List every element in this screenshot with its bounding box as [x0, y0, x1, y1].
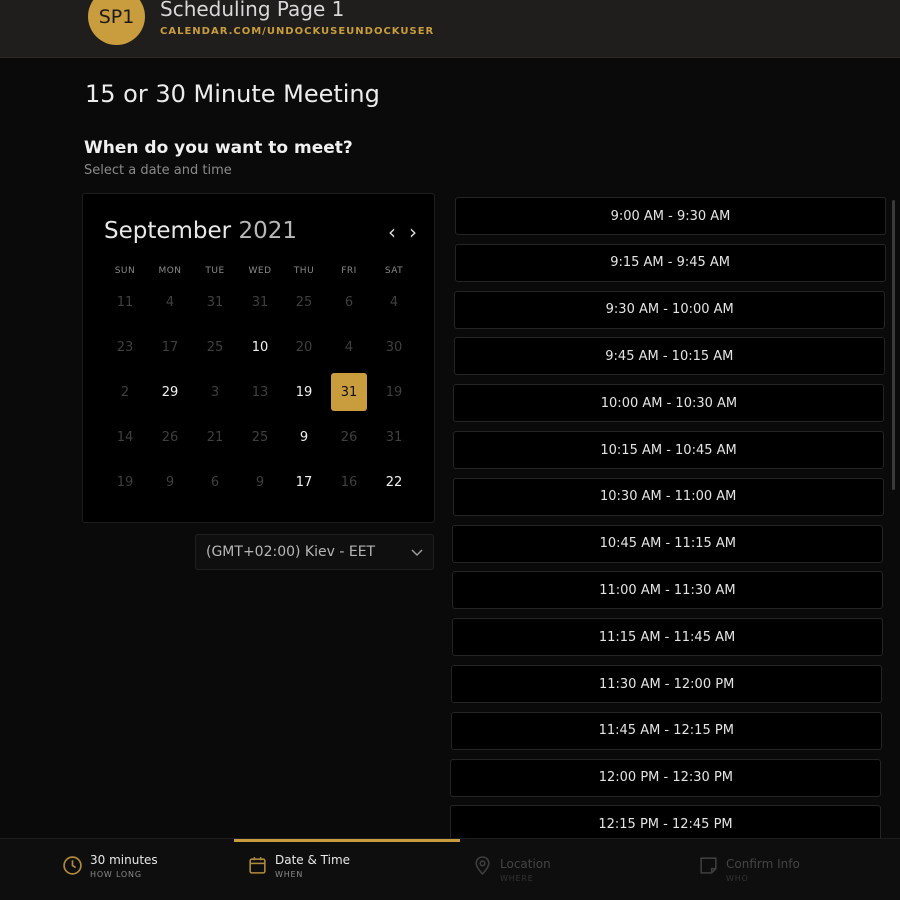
calendar-day: 4	[165, 294, 175, 310]
calendar-day: 31	[206, 294, 224, 310]
calendar-day: 30	[385, 339, 403, 355]
calendar-day[interactable]: 9	[286, 418, 322, 456]
month-name: September	[104, 218, 232, 244]
weekday-header: FRI	[341, 266, 357, 276]
time-slot-button[interactable]: 9:45 AM - 10:15 AM	[453, 337, 885, 376]
step-label: Location	[500, 857, 551, 871]
calendar-day: 20	[295, 339, 313, 355]
step-sublabel: WHERE	[500, 874, 534, 883]
step-sublabel: WHO	[726, 874, 749, 883]
calendar-day: 14	[116, 429, 134, 445]
selected-day[interactable]: 31	[331, 373, 367, 411]
calendar-day: 9	[165, 474, 175, 490]
step-progress-bar: 30 minutes HOW LONG Date & Time WHEN Locatio…	[0, 838, 900, 900]
calendar-day: 4	[344, 339, 354, 355]
calendar-month-label: September 2021	[104, 218, 297, 244]
calendar-day: 9	[255, 474, 265, 490]
scheduling-page-title: Scheduling Page 1	[160, 0, 345, 21]
timezone-value: (GMT+02:00) Kiev - EET	[206, 544, 376, 560]
calendar-day[interactable]: 22	[376, 463, 412, 501]
calendar-day: 25	[295, 294, 313, 310]
step-label: 30 minutes	[90, 853, 158, 867]
next-month-button[interactable]: ›	[409, 220, 417, 244]
time-slot-button[interactable]: 10:15 AM - 10:45 AM	[453, 431, 885, 469]
calendar-day: 11	[116, 294, 134, 310]
calendar-day: 17	[161, 339, 179, 355]
time-slot-button[interactable]: 10:00 AM - 10:30 AM	[453, 384, 885, 423]
time-slot-button[interactable]: 10:45 AM - 11:15 AM	[452, 524, 884, 563]
scrollbar[interactable]	[892, 200, 895, 490]
step-sublabel: HOW LONG	[90, 870, 142, 879]
calendar-day[interactable]: 10	[242, 328, 278, 366]
time-slot-button[interactable]: 9:30 AM - 10:00 AM	[454, 290, 886, 329]
time-slot-button[interactable]: 11:30 AM - 12:00 PM	[451, 665, 883, 703]
time-slot-button[interactable]: 11:00 AM - 11:30 AM	[451, 571, 883, 610]
chevron-down-icon	[411, 549, 423, 557]
time-slot-button[interactable]: 9:00 AM - 9:30 AM	[455, 197, 886, 235]
weekday-header: WED	[248, 266, 272, 276]
step-sublabel: WHEN	[275, 870, 304, 879]
calendar-day: 19	[385, 384, 403, 400]
calendar-day: 13	[251, 384, 269, 400]
year: 2021	[238, 218, 297, 244]
calendar-day: 26	[161, 429, 179, 445]
calendar-day: 19	[116, 474, 134, 490]
page-url[interactable]: CALENDAR.COM/UNDOCKUSEUNDOCKUSER	[160, 26, 434, 37]
calendar-widget: September 2021 ‹ › SUN MON TUE WED THU FRI SAT…	[82, 193, 435, 523]
calendar-day[interactable]: 17	[286, 463, 322, 501]
calendar-day: 6	[344, 294, 354, 310]
calendar-day[interactable]: 19	[286, 373, 322, 411]
select-hint: Select a date and time	[84, 163, 232, 178]
calendar-day: 23	[116, 339, 134, 355]
calendar-day: 4	[389, 294, 399, 310]
avatar: SP1	[88, 0, 145, 45]
weekday-header: TUE	[205, 266, 225, 276]
time-slot-button[interactable]: 10:30 AM - 11:00 AM	[452, 477, 884, 516]
when-question: When do you want to meet?	[84, 138, 353, 158]
weekday-header: SAT	[384, 266, 404, 276]
calendar-day: 21	[206, 429, 224, 445]
meeting-title: 15 or 30 Minute Meeting	[85, 80, 380, 108]
time-slot-button[interactable]: 11:15 AM - 11:45 AM	[451, 618, 883, 657]
step-label: Date & Time	[275, 853, 351, 867]
weekday-header: MON	[158, 266, 182, 276]
calendar-day: 3	[210, 384, 220, 400]
weekday-header: THU	[293, 266, 315, 276]
weekday-header: SUN	[114, 266, 136, 276]
time-slot-button[interactable]: 12:00 PM - 12:30 PM	[450, 758, 882, 797]
calendar-day: 2	[120, 384, 130, 400]
calendar-day: 16	[340, 474, 358, 490]
calendar-day: 31	[385, 429, 403, 445]
calendar-day[interactable]: 29	[152, 373, 188, 411]
header-bar: SP1 Scheduling Page 1 CALENDAR.COM/UNDOC…	[0, 0, 900, 58]
calendar-day: 25	[206, 339, 224, 355]
step-label: Confirm Info	[726, 857, 800, 871]
calendar-day: 26	[340, 429, 358, 445]
progress-indicator	[234, 839, 460, 842]
calendar-day: 31	[251, 294, 269, 310]
calendar-day: 6	[210, 474, 220, 490]
previous-month-button[interactable]: ‹	[388, 220, 396, 244]
time-slot-button[interactable]: 11:45 AM - 12:15 PM	[450, 711, 882, 750]
time-slot-button[interactable]: 9:15 AM - 9:45 AM	[454, 243, 886, 282]
timezone-select[interactable]: (GMT+02:00) Kiev - EET	[195, 534, 434, 570]
calendar-day: 25	[251, 429, 269, 445]
